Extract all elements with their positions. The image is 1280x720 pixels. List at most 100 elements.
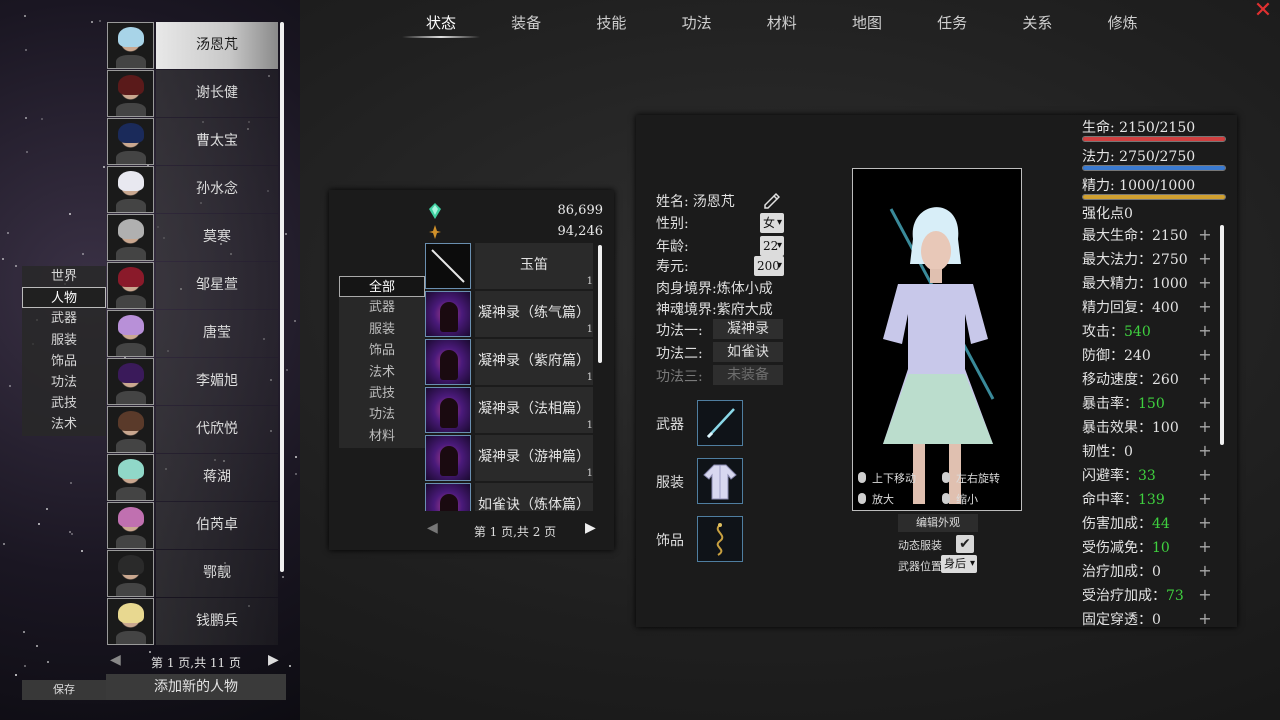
inventory-item[interactable]: 凝神录（练气篇） 1 (425, 291, 601, 337)
stat-increase-button[interactable]: + (1198, 491, 1212, 507)
character-row[interactable]: 李媚旭 (106, 358, 280, 406)
character-row[interactable]: 汤恩芃 (106, 22, 280, 70)
character-row[interactable]: 孙水念 (106, 166, 280, 214)
character-name[interactable]: 代欣悦 (156, 406, 278, 453)
inventory-category-4[interactable]: 法术 (339, 362, 425, 383)
edit-appearance-button[interactable]: 编辑外观 (898, 514, 978, 532)
inventory-category-0[interactable]: 全部 (339, 276, 425, 298)
stat-list-scrollbar[interactable] (1220, 225, 1224, 445)
character-row[interactable]: 伯芮卓 (106, 502, 280, 550)
inventory-category-6[interactable]: 功法 (339, 404, 425, 425)
character-row[interactable]: 蒋湖 (106, 454, 280, 502)
inventory-category-5[interactable]: 武技 (339, 383, 425, 404)
clothing-slot[interactable] (697, 458, 743, 504)
character-name[interactable]: 钱鹏兵 (156, 598, 278, 645)
inventory-item[interactable]: 玉笛 1 (425, 243, 601, 289)
character-row[interactable]: 唐莹 (106, 310, 280, 358)
tab-3[interactable]: 功法 (662, 12, 732, 33)
stat-increase-button[interactable]: + (1198, 323, 1212, 339)
stat-increase-button[interactable]: + (1198, 395, 1212, 411)
inventory-category-3[interactable]: 饰品 (339, 340, 425, 361)
prev-page-icon[interactable]: ◀ (427, 520, 438, 536)
tab-0[interactable]: 状态 (402, 12, 480, 38)
tab-1[interactable]: 装备 (491, 12, 561, 33)
inventory-category-2[interactable]: 服装 (339, 319, 425, 340)
character-name[interactable]: 谢长健 (156, 70, 278, 117)
stat-increase-button[interactable]: + (1198, 467, 1212, 483)
inventory-item[interactable]: 凝神录（紫府篇） 1 (425, 339, 601, 385)
character-name[interactable]: 唐莹 (156, 310, 278, 357)
next-page-icon[interactable]: ▶ (585, 520, 596, 536)
inventory-category-1[interactable]: 武器 (339, 297, 425, 318)
tab-4[interactable]: 材料 (747, 12, 817, 33)
tab-7[interactable]: 关系 (1002, 12, 1072, 33)
tab-8[interactable]: 修炼 (1088, 12, 1158, 33)
inventory-item[interactable]: 凝神录（游神篇） 1 (425, 435, 601, 481)
accessory-slot[interactable] (697, 516, 743, 562)
stat-increase-button[interactable]: + (1198, 539, 1212, 555)
character-name[interactable]: 邹星萱 (156, 262, 278, 309)
stat-increase-button[interactable]: + (1198, 275, 1212, 291)
left-menu-item-2[interactable]: 武器 (22, 308, 106, 329)
character-name[interactable]: 汤恩芃 (156, 22, 278, 69)
left-menu-item-4[interactable]: 饰品 (22, 351, 106, 372)
left-menu-item-6[interactable]: 武技 (22, 393, 106, 414)
stat-increase-button[interactable]: + (1198, 251, 1212, 267)
character-row[interactable]: 莫寒 (106, 214, 280, 262)
left-menu-item-5[interactable]: 功法 (22, 372, 106, 393)
stat-increase-button[interactable]: + (1198, 587, 1212, 603)
character-list-scrollbar[interactable] (280, 22, 284, 572)
prev-page-icon[interactable]: ◀ (110, 652, 126, 668)
tab-6[interactable]: 任务 (917, 12, 987, 33)
close-icon[interactable]: ✕ (1252, 0, 1274, 22)
character-row[interactable]: 邹星萱 (106, 262, 280, 310)
stat-increase-button[interactable]: + (1198, 611, 1212, 627)
character-model-preview[interactable] (852, 168, 1022, 511)
save-button[interactable]: 保存 (22, 680, 106, 700)
gender-select[interactable]: 女 (760, 213, 784, 233)
pencil-icon[interactable] (762, 191, 780, 209)
character-name[interactable]: 蒋湖 (156, 454, 278, 501)
star (35, 645, 38, 648)
character-row[interactable]: 钱鹏兵 (106, 598, 280, 646)
character-row[interactable]: 曹太宝 (106, 118, 280, 166)
stat-increase-button[interactable]: + (1198, 227, 1212, 243)
add-character-button[interactable]: 添加新的人物 (106, 674, 286, 700)
character-row[interactable]: 鄂靓 (106, 550, 280, 598)
weapon-position-select[interactable]: 身后 (941, 555, 977, 573)
inventory-item[interactable]: 凝神录（法相篇） 1 (425, 387, 601, 433)
character-name[interactable]: 鄂靓 (156, 550, 278, 597)
inventory-scrollbar[interactable] (598, 245, 602, 363)
stat-increase-button[interactable]: + (1198, 347, 1212, 363)
star (40, 118, 43, 121)
left-menu-item-7[interactable]: 法术 (22, 414, 106, 435)
skill-slot-3[interactable]: 未装备 (713, 365, 783, 385)
stat-increase-button[interactable]: + (1198, 371, 1212, 387)
character-name[interactable]: 莫寒 (156, 214, 278, 261)
character-name[interactable]: 李媚旭 (156, 358, 278, 405)
character-row[interactable]: 代欣悦 (106, 406, 280, 454)
stat-increase-button[interactable]: + (1198, 563, 1212, 579)
character-name[interactable]: 伯芮卓 (156, 502, 278, 549)
skill-slot-2[interactable]: 如雀诀 (713, 342, 783, 362)
stat-increase-button[interactable]: + (1198, 299, 1212, 315)
tab-2[interactable]: 技能 (576, 12, 646, 33)
stat-increase-button[interactable]: + (1198, 419, 1212, 435)
weapon-slot[interactable] (697, 400, 743, 446)
left-menu-item-0[interactable]: 世界 (22, 266, 106, 287)
skill-slot-1[interactable]: 凝神录 (713, 319, 783, 339)
lifespan-stepper[interactable]: 200 (754, 256, 784, 276)
inventory-item[interactable]: 如雀诀（炼体篇） (425, 483, 601, 511)
stat-increase-button[interactable]: + (1198, 443, 1212, 459)
character-name[interactable]: 孙水念 (156, 166, 278, 213)
inventory-category-7[interactable]: 材料 (339, 426, 425, 447)
next-page-icon[interactable]: ▶ (268, 652, 284, 668)
dynamic-outfit-checkbox[interactable]: ✔ (956, 535, 974, 553)
tab-5[interactable]: 地图 (832, 12, 902, 33)
age-stepper[interactable]: 22 (760, 236, 784, 256)
stat-increase-button[interactable]: + (1198, 515, 1212, 531)
character-name[interactable]: 曹太宝 (156, 118, 278, 165)
left-menu-item-3[interactable]: 服装 (22, 330, 106, 351)
left-menu-item-1[interactable]: 人物 (22, 287, 106, 309)
character-row[interactable]: 谢长健 (106, 70, 280, 118)
